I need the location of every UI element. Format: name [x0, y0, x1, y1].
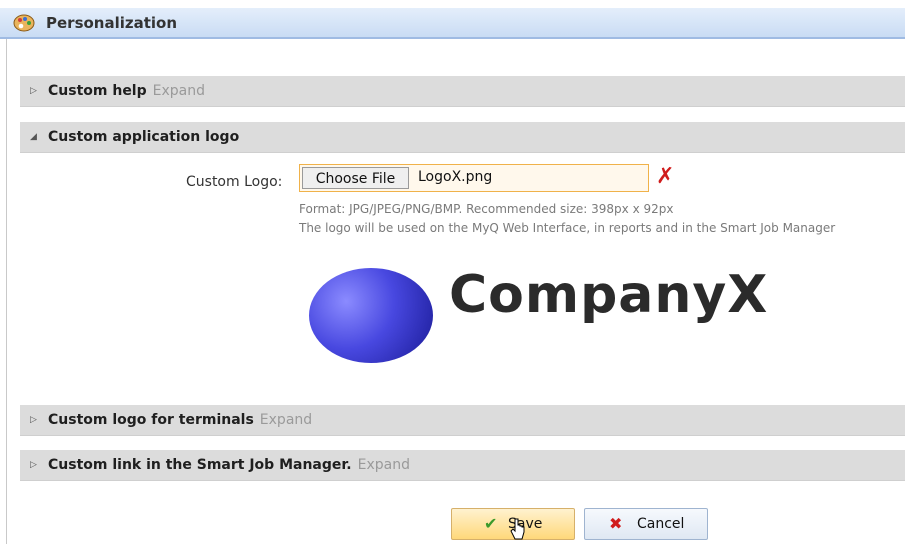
- expand-triangle-icon: ▷: [30, 86, 37, 96]
- section-title: Custom link in the Smart Job Manager.: [48, 457, 352, 473]
- section-title: Custom logo for terminals: [48, 412, 254, 428]
- collapse-triangle-icon: ◢: [30, 132, 37, 142]
- custom-logo-file-input[interactable]: Choose File LogoX.png: [299, 164, 649, 192]
- expand-link[interactable]: Expand: [260, 412, 312, 428]
- palette-icon: [13, 14, 35, 32]
- section-custom-logo-terminals[interactable]: ▷ Custom logo for terminals Expand: [20, 405, 905, 436]
- logo-preview-text: CompanyX: [449, 265, 769, 325]
- section-custom-link-sjm[interactable]: ▷ Custom link in the Smart Job Manager. E…: [20, 450, 905, 481]
- expand-link[interactable]: Expand: [153, 83, 205, 99]
- personalization-panel: Personalization ▷ Custom help Expand ◢ Cu…: [0, 0, 905, 544]
- cancel-label: Cancel: [637, 516, 685, 532]
- header-bar: Personalization: [0, 8, 905, 39]
- expand-triangle-icon: ▷: [30, 460, 37, 470]
- usage-hint: The logo will be used on the MyQ Web Int…: [299, 221, 836, 235]
- page-title: Personalization: [46, 14, 178, 32]
- panel-header: Personalization: [0, 8, 905, 48]
- cancel-button[interactable]: ✖ Cancel: [584, 508, 708, 540]
- logo-preview: CompanyX: [299, 243, 830, 372]
- choose-file-button[interactable]: Choose File: [302, 167, 409, 189]
- section-title: Custom help: [48, 83, 147, 99]
- panel-left-border: [6, 36, 7, 544]
- remove-logo-icon[interactable]: ✗: [656, 164, 674, 190]
- section-title: Custom application logo: [48, 129, 240, 145]
- selected-filename: LogoX.png: [418, 169, 493, 185]
- custom-logo-label: Custom Logo:: [186, 174, 283, 190]
- expand-link[interactable]: Expand: [358, 457, 410, 473]
- section-custom-help[interactable]: ▷ Custom help Expand: [20, 76, 905, 107]
- hand-cursor-icon: [510, 518, 525, 540]
- cancel-x-icon: ✖: [609, 514, 623, 533]
- logo-sphere: [309, 268, 433, 363]
- format-hint: Format: JPG/JPEG/PNG/BMP. Recommended si…: [299, 202, 674, 216]
- expand-triangle-icon: ▷: [30, 415, 37, 425]
- section-custom-application-logo[interactable]: ◢ Custom application logo: [20, 122, 905, 153]
- checkmark-icon: ✔: [484, 514, 498, 533]
